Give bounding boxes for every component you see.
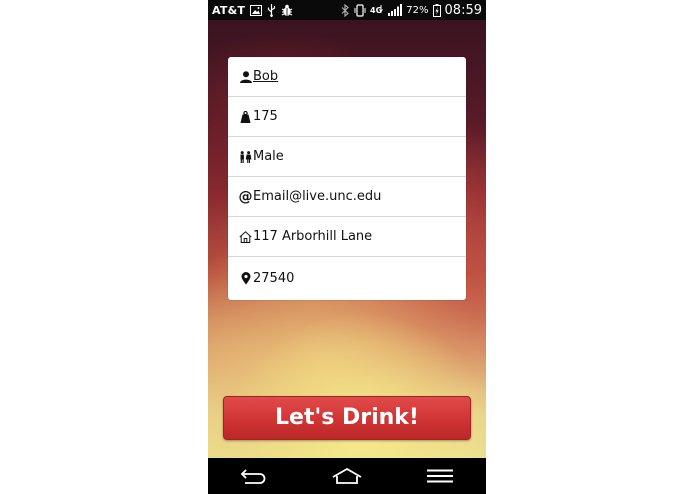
back-icon: [240, 468, 268, 484]
profile-row-weight[interactable]: 175: [228, 97, 466, 137]
home-icon: [239, 230, 252, 243]
battery-percent: 72%: [406, 4, 429, 16]
phone-screen: AT&T 4G 72% 08:59 Bob 175 Male @ Email@l…: [208, 0, 486, 494]
profile-weight-value: 175: [253, 109, 278, 124]
status-bar-right: 4G 72% 08:59: [341, 3, 482, 18]
profile-row-zip[interactable]: 27540: [228, 257, 466, 299]
signal-icon: [388, 4, 403, 16]
at-icon: @: [238, 188, 253, 205]
profile-name-value: Bob: [253, 69, 279, 84]
home-nav-icon: [332, 468, 362, 484]
vibrate-icon: [354, 3, 366, 17]
menu-icon: [426, 469, 453, 483]
status-bar-left: AT&T: [212, 3, 293, 17]
bluetooth-icon: [341, 3, 350, 17]
profile-row-email[interactable]: @ Email@live.unc.edu: [228, 177, 466, 217]
navigation-bar: [208, 458, 486, 494]
data-4g-icon: 4G: [370, 4, 384, 16]
status-bar: AT&T 4G 72% 08:59: [208, 0, 486, 20]
profile-gender-value: Male: [253, 149, 284, 164]
gender-icon: [239, 150, 252, 163]
menu-button[interactable]: [410, 458, 470, 494]
home-nav-button[interactable]: [317, 458, 377, 494]
profile-address-value: 117 Arborhill Lane: [253, 229, 373, 244]
carrier-label: AT&T: [212, 3, 246, 17]
gallery-icon: [250, 4, 263, 16]
profile-row-gender[interactable]: Male: [228, 137, 466, 177]
profile-email-value: Email@live.unc.edu: [253, 189, 382, 204]
debug-bug-icon: [281, 4, 293, 17]
person-icon: [239, 70, 252, 83]
usb-icon: [267, 3, 276, 17]
profile-row-name[interactable]: Bob: [228, 57, 466, 97]
profile-zip-value: 27540: [253, 270, 295, 286]
profile-card: Bob 175 Male @ Email@live.unc.edu 117 Ar…: [228, 57, 466, 300]
weight-icon: [239, 110, 252, 123]
clock: 08:59: [444, 2, 482, 18]
location-pin-icon: [239, 271, 252, 285]
profile-row-address[interactable]: 117 Arborhill Lane: [228, 217, 466, 257]
lets-drink-button[interactable]: Let's Drink!: [223, 396, 471, 440]
battery-icon: [432, 3, 441, 17]
back-button[interactable]: [224, 458, 284, 494]
